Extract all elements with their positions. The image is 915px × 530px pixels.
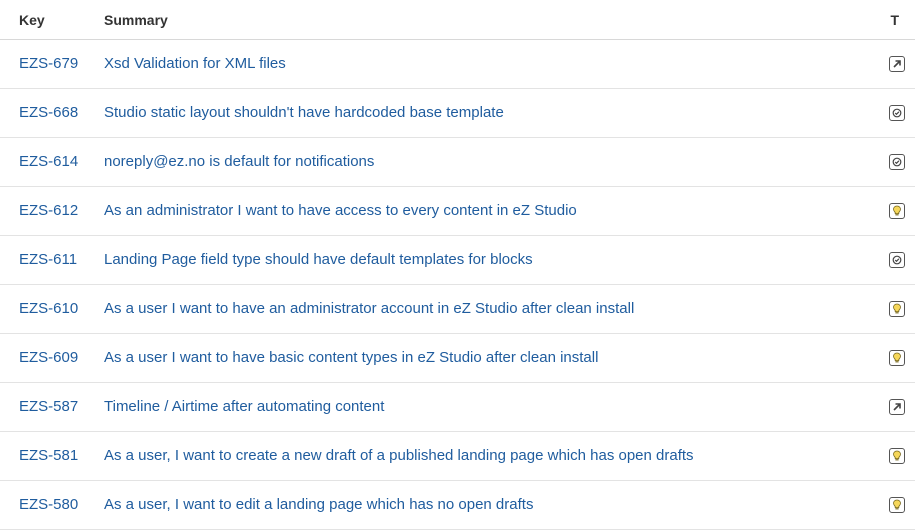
story-icon[interactable]	[889, 301, 905, 317]
task-icon[interactable]	[889, 252, 905, 268]
issue-summary-link[interactable]: As a user I want to have an administrato…	[104, 300, 634, 317]
issue-summary-link[interactable]: Xsd Validation for XML files	[104, 55, 286, 72]
column-header-type[interactable]: T	[890, 12, 899, 28]
story-icon[interactable]	[889, 350, 905, 366]
issue-summary-link[interactable]: Timeline / Airtime after automating cont…	[104, 398, 384, 415]
issue-key-link[interactable]: EZS-668	[19, 104, 78, 121]
column-header-summary[interactable]: Summary	[104, 12, 915, 28]
issue-summary-link[interactable]: As a user I want to have basic content t…	[104, 349, 598, 366]
story-icon[interactable]	[889, 497, 905, 513]
issues-table: Key Summary T EZS-679 Xsd Validation for …	[0, 0, 915, 530]
table-row: EZS-614 noreply@ez.no is default for noti…	[0, 138, 915, 187]
task-icon[interactable]	[889, 154, 905, 170]
table-body: EZS-679 Xsd Validation for XML files EZS-6…	[0, 40, 915, 530]
issue-key-link[interactable]: EZS-610	[19, 300, 78, 317]
issue-key-link[interactable]: EZS-614	[19, 153, 78, 170]
table-row: EZS-587 Timeline / Airtime after automati…	[0, 383, 915, 432]
improvement-icon[interactable]	[889, 399, 905, 415]
task-icon[interactable]	[889, 105, 905, 121]
table-row: EZS-612 As an administrator I want to hav…	[0, 187, 915, 236]
table-row: EZS-580 As a user, I want to edit a landi…	[0, 481, 915, 530]
issue-key-link[interactable]: EZS-581	[19, 447, 78, 464]
table-row: EZS-679 Xsd Validation for XML files	[0, 40, 915, 89]
issue-summary-link[interactable]: As a user, I want to edit a landing page…	[104, 496, 533, 513]
table-row: EZS-610 As a user I want to have an admin…	[0, 285, 915, 334]
table-row: EZS-581 As a user, I want to create a new…	[0, 432, 915, 481]
issue-key-link[interactable]: EZS-679	[19, 55, 78, 72]
table-row: EZS-668 Studio static layout shouldn't ha…	[0, 89, 915, 138]
issue-key-link[interactable]: EZS-609	[19, 349, 78, 366]
story-icon[interactable]	[889, 203, 905, 219]
improvement-icon[interactable]	[889, 56, 905, 72]
table-row: EZS-611 Landing Page field type should ha…	[0, 236, 915, 285]
issue-summary-link[interactable]: As a user, I want to create a new draft …	[104, 447, 694, 464]
issue-key-link[interactable]: EZS-580	[19, 496, 78, 513]
issue-key-link[interactable]: EZS-611	[19, 251, 77, 268]
issue-key-link[interactable]: EZS-612	[19, 202, 78, 219]
issue-summary-link[interactable]: Landing Page field type should have defa…	[104, 251, 533, 268]
table-header: Key Summary T	[0, 0, 915, 40]
issue-key-link[interactable]: EZS-587	[19, 398, 78, 415]
table-row: EZS-609 As a user I want to have basic co…	[0, 334, 915, 383]
issue-summary-link[interactable]: Studio static layout shouldn't have hard…	[104, 104, 504, 121]
issue-summary-link[interactable]: noreply@ez.no is default for notificatio…	[104, 153, 374, 170]
issue-summary-link[interactable]: As an administrator I want to have acces…	[104, 202, 577, 219]
story-icon[interactable]	[889, 448, 905, 464]
column-header-key[interactable]: Key	[0, 12, 104, 28]
